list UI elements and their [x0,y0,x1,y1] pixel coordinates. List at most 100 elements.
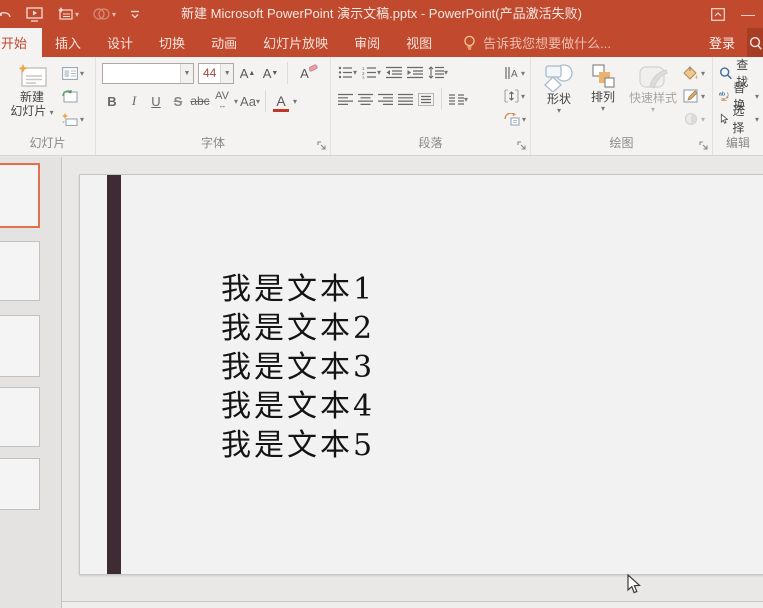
sign-in-button[interactable]: 登录 [709,28,747,57]
chevron-down-icon: ▾ [701,115,705,124]
ribbon-display-options-icon[interactable] [711,8,725,21]
reset-button[interactable] [62,87,84,105]
convert-to-smartart-button[interactable]: ▾ [504,110,526,128]
chevron-down-icon: ▾ [755,115,759,124]
tab-review[interactable]: 审阅 [341,28,393,57]
strikethrough-button[interactable]: abc [190,91,210,112]
paragraph-dialog-launcher-icon[interactable] [517,141,527,151]
chevron-down-icon: ▾ [521,69,525,78]
chevron-down-icon: ▾ [464,95,468,104]
slide-text-line[interactable]: 我是文本4 [221,387,375,426]
layout-button[interactable]: ▾ [62,64,84,82]
decrease-indent-button[interactable] [385,63,403,81]
bullets-button[interactable]: ▾ [337,63,358,81]
new-slide-button[interactable]: 新建 幻灯片 ▾ [6,62,58,120]
font-size-combo[interactable]: 44 ▼ [198,63,234,84]
italic-button[interactable]: I [124,91,144,112]
tab-view[interactable]: 视图 [393,28,445,57]
text-shadow-button[interactable]: S [168,91,188,112]
slide-thumbnail-4[interactable] [0,387,40,447]
slide-text-line[interactable]: 我是文本5 [221,426,375,465]
editing-group-label: 编辑 [713,134,763,155]
chevron-down-icon[interactable]: ▼ [220,64,233,83]
shapes-button[interactable]: 形状 ▾ [537,62,581,115]
tab-animations[interactable]: 动画 [198,28,250,57]
grow-font-button[interactable]: A▲ [238,63,257,84]
shape-effects-button[interactable]: ▾ [683,110,705,128]
tab-insert[interactable]: 插入 [42,28,94,57]
chevron-down-icon: ▾ [377,68,381,77]
change-case-button[interactable]: Aa▾ [240,91,260,112]
shape-fill-button[interactable]: ▾ [683,64,705,82]
slides-group-label: 幻灯片 [0,134,95,155]
justify-button[interactable] [397,90,414,108]
new-slide-icon [17,64,47,90]
align-left-button[interactable] [337,90,354,108]
chevron-down-icon: ▾ [444,68,448,77]
shrink-font-button[interactable]: A▼ [261,63,280,84]
tab-home[interactable]: 开始 [0,28,42,57]
font-name-combo[interactable]: ▼ [102,63,194,84]
character-spacing-button[interactable]: AV ↔ [212,91,232,112]
tab-slideshow[interactable]: 幻灯片放映 [250,28,341,57]
customize-qat-icon[interactable] [128,0,142,28]
drawing-dialog-launcher-icon[interactable] [699,141,709,151]
align-center-button[interactable] [357,90,374,108]
section-button[interactable]: ▾ [62,110,84,128]
numbering-button[interactable]: 123 ▾ [361,63,382,81]
chevron-down-icon: ▾ [293,97,297,106]
editing-group: 查找 abac 替换 ▾ 选择 ▾ 编辑 [713,57,763,155]
slide-thumbnail-5[interactable] [0,458,40,510]
font-color-button[interactable]: A [271,91,291,112]
distribute-button[interactable] [417,90,435,108]
clear-formatting-button[interactable]: A [295,63,314,84]
chevron-down-icon: ▾ [521,92,525,101]
select-button[interactable]: 选择 ▾ [719,110,759,128]
mouse-cursor [627,574,642,595]
redo-disabled-icon[interactable]: ▾ [91,0,118,28]
shape-outline-button[interactable]: ▾ [683,87,705,105]
tab-design[interactable]: 设计 [94,28,146,57]
tab-transitions[interactable]: 切换 [146,28,198,57]
svg-text:3: 3 [362,75,365,79]
chevron-down-icon[interactable]: ▼ [180,64,193,83]
ribbon-tab-bar: 开始 插入 设计 切换 动画 幻灯片放映 审阅 视图 告诉我您想要做什么... … [0,28,763,57]
slide-thumbnail-2[interactable] [0,241,40,301]
search-icon[interactable] [747,28,763,57]
align-text-button[interactable]: ▾ [504,87,526,105]
divider [265,90,266,112]
align-right-button[interactable] [377,90,394,108]
columns-button[interactable]: ▾ [448,90,469,108]
new-slide-label-2: 幻灯片 [10,104,46,118]
replace-icon: abac [719,89,729,103]
shapes-icon [542,64,576,92]
slide-text-block[interactable]: 我是文本1 我是文本2 我是文本3 我是文本4 我是文本5 [221,270,375,465]
font-dialog-launcher-icon[interactable] [317,141,327,151]
tell-me-box[interactable]: 告诉我您想要做什么... [463,28,611,57]
notes-bar[interactable] [62,601,763,608]
chevron-down-icon: ▾ [522,115,526,124]
slide-thumbnail-panel[interactable] [0,157,62,608]
text-direction-button[interactable]: A ▾ [504,64,526,82]
quick-styles-button[interactable]: 快速样式 ▾ [625,62,681,114]
slide-text-line[interactable]: 我是文本3 [221,348,375,387]
arrange-button[interactable]: 排列 ▾ [581,62,625,113]
ribbon: 新建 幻灯片 ▾ ▾ ▾ 幻灯片 [0,57,763,156]
bold-button[interactable]: B [102,91,122,112]
slide-thumbnail-3[interactable] [0,315,40,377]
slide-text-line[interactable]: 我是文本1 [221,270,375,309]
minimize-button[interactable]: — [741,6,755,22]
new-slide-qat-icon[interactable]: ▾ [55,0,81,28]
increase-indent-button[interactable] [406,63,424,81]
slide-text-line[interactable]: 我是文本2 [221,309,375,348]
chevron-down-icon: ▾ [112,10,116,19]
slide-thumbnail-1[interactable] [0,163,40,228]
slide-editing-area[interactable]: 我是文本1 我是文本2 我是文本3 我是文本4 我是文本5 [62,157,763,608]
undo-icon[interactable] [0,0,14,28]
start-slideshow-icon[interactable] [24,0,45,28]
divider [287,62,288,84]
slide-canvas[interactable]: 我是文本1 我是文本2 我是文本3 我是文本4 我是文本5 [79,174,763,575]
line-spacing-button[interactable]: ▾ [427,63,449,81]
drawing-group: 形状 ▾ 排列 ▾ 快速样式 [531,57,713,155]
underline-button[interactable]: U [146,91,166,112]
